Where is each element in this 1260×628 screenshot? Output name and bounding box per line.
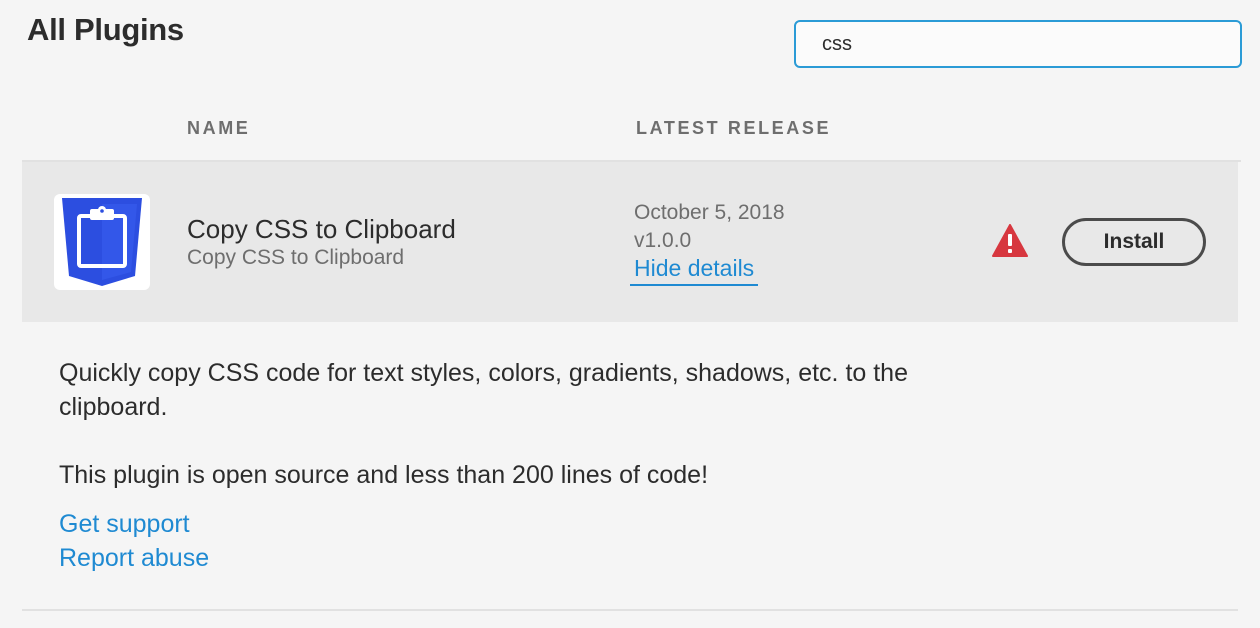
search-input[interactable]	[794, 20, 1242, 68]
bottom-divider	[22, 609, 1238, 611]
release-version: v1.0.0	[634, 229, 692, 252]
column-header-name: NAME	[187, 118, 251, 138]
css-clipboard-icon	[62, 198, 142, 286]
report-abuse-link[interactable]: Report abuse	[59, 544, 209, 573]
install-button[interactable]: Install	[1062, 218, 1206, 266]
plugin-name: Copy CSS to Clipboard	[187, 214, 456, 244]
plugin-description: Quickly copy CSS code for text styles, c…	[59, 359, 908, 421]
release-date: October 5, 2018	[634, 201, 785, 224]
plugin-icon	[54, 194, 150, 290]
page-title: All Plugins	[27, 12, 184, 47]
warning-icon[interactable]	[992, 224, 1028, 263]
plugin-row[interactable]: Copy CSS to Clipboard Copy CSS to Clipbo…	[22, 162, 1238, 322]
plugin-description-note: This plugin is open source and less than…	[59, 461, 709, 489]
column-header-latest-release: LATEST RELEASE	[636, 118, 832, 138]
plugin-subtitle: Copy CSS to Clipboard	[187, 246, 405, 269]
hide-details-link[interactable]: Hide details	[630, 255, 759, 286]
get-support-link[interactable]: Get support	[59, 510, 190, 539]
plugins-page: All Plugins NAME LATEST RELEASE Copy CSS…	[0, 0, 1260, 628]
